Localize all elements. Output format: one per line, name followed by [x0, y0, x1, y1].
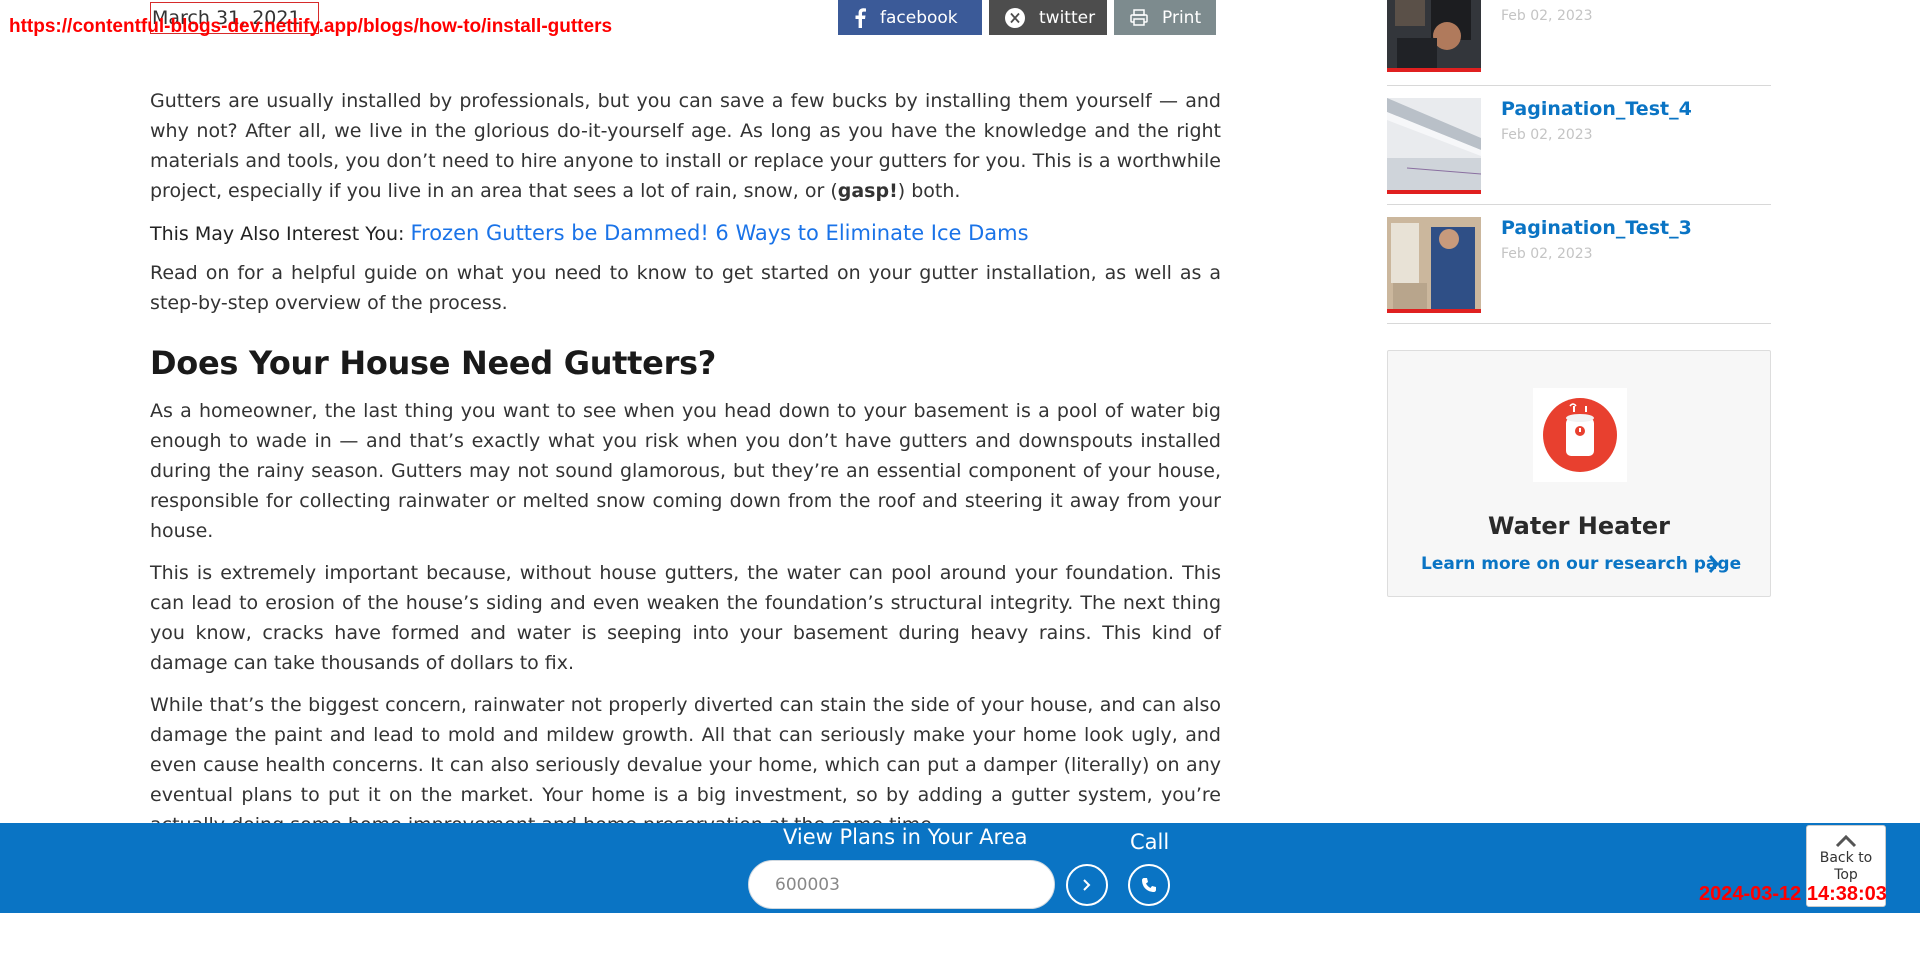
phone-icon — [1142, 878, 1156, 892]
related-post-date: Feb 02, 2023 — [1501, 8, 1593, 24]
facebook-share-label: facebook — [880, 7, 958, 28]
chevron-up-icon — [1835, 834, 1857, 848]
twitter-share-button[interactable]: twitter — [989, 0, 1107, 35]
interest-label: This May Also Interest You: — [150, 223, 405, 245]
card-title: Water Heater — [1488, 512, 1670, 540]
related-post-date: Feb 02, 2023 — [1501, 127, 1593, 143]
related-post-title[interactable]: Pagination_Test_4 — [1501, 98, 1692, 120]
related-article-promo: This May Also Interest You: Frozen Gutte… — [150, 218, 1221, 249]
facebook-icon — [854, 7, 866, 28]
print-label: Print — [1162, 7, 1202, 28]
water-heater-icon-tile — [1533, 388, 1627, 482]
research-card: Water Heater Learn more on our research … — [1387, 350, 1771, 597]
related-post-item[interactable]: Pagination_Test_3 Feb 02, 2023 — [1387, 205, 1771, 324]
research-page-link[interactable]: Learn more on our research page — [1421, 554, 1741, 574]
related-post-item[interactable]: Feb 02, 2023 — [1387, 0, 1771, 86]
article-intro: Gutters are usually installed by profess… — [150, 90, 1221, 202]
read-on-paragraph: Read on for a helpful guide on what you … — [150, 262, 1221, 314]
related-post-title[interactable]: Pagination_Test_3 — [1501, 217, 1692, 239]
related-post-item[interactable]: Pagination_Test_4 Feb 02, 2023 — [1387, 86, 1771, 205]
related-post-thumbnail[interactable] — [1387, 0, 1481, 72]
sidebar-related-posts: Feb 02, 2023 Pagination_Test_4 Feb 02, 2… — [1387, 0, 1771, 324]
zip-code-input[interactable] — [748, 860, 1055, 909]
view-plans-label: View Plans in Your Area — [783, 825, 1028, 849]
zip-submit-button[interactable] — [1066, 864, 1108, 906]
call-label: Call — [1130, 830, 1170, 854]
back-to-top-label: Back to Top — [1819, 850, 1873, 883]
body-paragraph: While that’s the biggest concern, rainwa… — [150, 694, 1221, 836]
section-heading: Does Your House Need Gutters? — [150, 344, 717, 382]
recording-url-overlay: https://contentful-blogs-dev.netlify.app… — [9, 16, 613, 37]
call-button[interactable] — [1128, 864, 1170, 906]
x-twitter-icon — [1005, 7, 1025, 28]
recording-timestamp-overlay: 2024-03-12 14:38:03 — [1699, 883, 1887, 905]
twitter-share-label: twitter — [1039, 7, 1096, 28]
sticky-footer-bar: View Plans in Your Area Call — [0, 823, 1920, 913]
printer-icon — [1130, 9, 1148, 26]
chevron-right-icon[interactable] — [1708, 554, 1720, 578]
water-heater-icon — [1543, 398, 1617, 472]
related-post-thumbnail[interactable] — [1387, 217, 1481, 313]
body-paragraph: This is extremely important because, wit… — [150, 562, 1221, 674]
chevron-right-icon — [1083, 879, 1091, 891]
share-bar: facebook twitter Print — [838, 0, 1216, 35]
related-post-date: Feb 02, 2023 — [1501, 246, 1593, 262]
related-article-link[interactable]: Frozen Gutters be Dammed! 6 Ways to Elim… — [410, 221, 1028, 245]
related-post-thumbnail[interactable] — [1387, 98, 1481, 194]
article-body: Gutters are usually installed by profess… — [150, 86, 1221, 852]
body-paragraph: As a homeowner, the last thing you want … — [150, 400, 1221, 542]
facebook-share-button[interactable]: facebook — [838, 0, 982, 35]
print-button[interactable]: Print — [1114, 0, 1216, 35]
